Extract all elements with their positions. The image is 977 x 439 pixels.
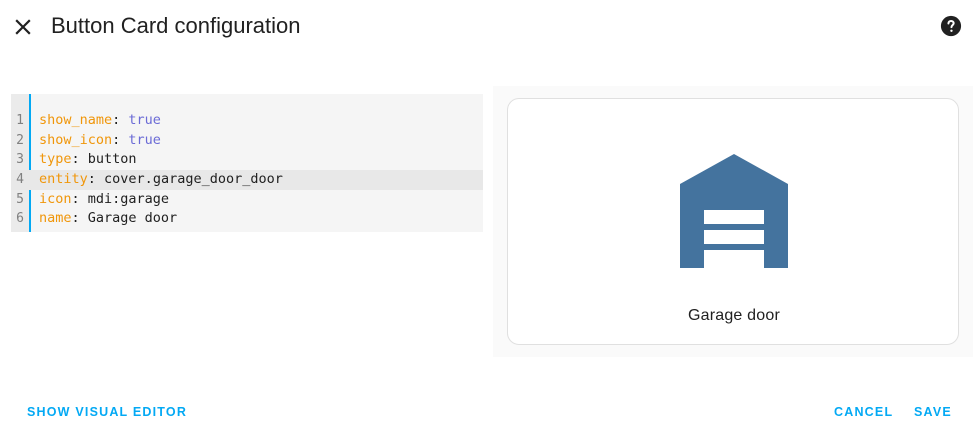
help-circle-icon[interactable] [940,15,962,37]
yaml-value: true [128,112,161,128]
yaml-key: name [39,210,72,227]
dialog-title: Button Card configuration [51,13,301,38]
code-line[interactable]: 1 show_name: true [11,111,483,131]
show-visual-editor-button[interactable]: SHOW VISUAL EDITOR [27,405,187,419]
code-text: entity: cover.garage_door_door [39,171,283,188]
yaml-value: mdi:garage [87,190,170,207]
save-button[interactable]: SAVE [914,405,952,419]
code-line[interactable]: 6 name: Garage door [11,209,483,229]
code-text: show_icon: true [39,131,161,148]
yaml-key: icon [39,190,72,207]
code-line[interactable]: 4 entity: cover.garage_door_door [11,170,483,190]
yaml-key: type [39,151,72,168]
line-number: 1 [16,113,24,128]
yaml-value: Garage door [87,210,178,227]
yaml-key: show_name [39,112,113,128]
line-number: 3 [16,152,24,168]
yaml-code-editor[interactable]: 1 show_name: true 2 show_icon: true 3 type: b… [11,94,483,232]
yaml-value: cover.garage_door_door [104,171,283,188]
garage-icon [680,154,788,268]
code-text: icon: mdi:garage [39,190,170,207]
cancel-button[interactable]: CANCEL [834,405,893,419]
dialog-header: Button Card configuration [0,0,977,54]
card-name-label: Garage door [687,307,781,324]
code-line[interactable]: 5 icon: mdi:garage [11,190,483,210]
code-text: type: button [39,151,137,168]
yaml-key: show_icon [39,131,113,148]
code-text: show_name: true [39,112,161,128]
line-number: 5 [16,191,24,207]
button-card-preview[interactable]: Garage door [507,98,959,345]
line-number: 2 [16,132,24,148]
yaml-value: button [87,151,137,168]
code-line[interactable]: 2 show_icon: true [11,131,483,151]
yaml-key: entity [39,171,88,188]
yaml-value: true [128,131,161,148]
line-number: 4 [16,172,24,188]
line-number: 6 [16,211,24,227]
code-lines[interactable]: 1 show_name: true 2 show_icon: true 3 type: b… [11,111,483,229]
code-text: name: Garage door [39,210,178,227]
close-icon[interactable] [10,14,36,40]
code-line[interactable]: 3 type: button [11,150,483,170]
